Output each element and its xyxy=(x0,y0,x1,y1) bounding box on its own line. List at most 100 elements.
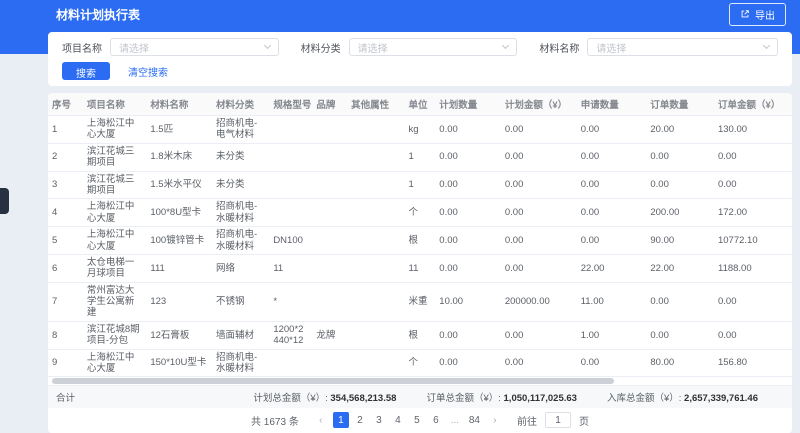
search-button[interactable]: 搜索 xyxy=(62,62,110,80)
table-cell: 8 xyxy=(48,321,83,349)
table-cell: 0.00 xyxy=(501,116,577,144)
table-cell: 1 xyxy=(48,116,83,144)
table-cell: 3 xyxy=(48,171,83,199)
table-cell: 未分类 xyxy=(212,143,269,171)
column-header: 其他属性 xyxy=(347,93,404,116)
table-cell: 招商机电-水暖材料 xyxy=(212,199,269,227)
table-cell: 0.00 xyxy=(435,254,501,282)
table-cell: 0.00 xyxy=(501,321,577,349)
project-name-select[interactable]: 请选择 xyxy=(110,38,279,56)
project-name-placeholder: 请选择 xyxy=(119,40,265,55)
table-cell: 上海松江中心大厦 xyxy=(83,116,147,144)
table-cell: 172.00 xyxy=(714,199,792,227)
table-cell: * xyxy=(269,282,312,321)
export-button[interactable]: 导出 xyxy=(729,3,786,26)
table-cell: 招商机电-电气材料 xyxy=(212,116,269,144)
table-cell: 0.00 xyxy=(714,282,792,321)
page-button-5[interactable]: 5 xyxy=(409,412,425,428)
project-name-filter: 项目名称 请选择 xyxy=(62,38,301,56)
next-page-button[interactable]: › xyxy=(487,412,503,428)
table-cell: 米重 xyxy=(405,282,436,321)
order-total-value: 1,050,117,025.63 xyxy=(504,393,577,404)
pagination: 共 1673 条 ‹ 123456...84 › 前往 页 xyxy=(48,408,792,433)
table-cell: 0.00 xyxy=(714,143,792,171)
table-row[interactable]: 7常州富达大学生公寓新建123不锈钢*米重10.00200000.0011.00… xyxy=(48,282,792,321)
table-row[interactable]: 1上海松江中心大厦1.5匹招商机电-电气材料kg0.000.000.0020.0… xyxy=(48,116,792,144)
table-cell: 招商机电-水暖材料 xyxy=(212,349,269,377)
table-cell: 0.00 xyxy=(714,321,792,349)
sidebar-collapse-handle[interactable] xyxy=(0,188,9,214)
page-button-2[interactable]: 2 xyxy=(352,412,368,428)
page-button-84[interactable]: 84 xyxy=(466,412,483,428)
page-button-6[interactable]: 6 xyxy=(428,412,444,428)
horizontal-scrollbar[interactable] xyxy=(50,378,790,384)
page-suffix: 页 xyxy=(579,413,589,428)
table-cell: 0.00 xyxy=(435,349,501,377)
table-cell: 0.00 xyxy=(577,227,647,255)
table-cell: 1.5米水平仪 xyxy=(146,171,212,199)
table-cell: 0.00 xyxy=(501,254,577,282)
page-button-3[interactable]: 3 xyxy=(371,412,387,428)
filter-row: 项目名称 请选择 材料分类 请选择 材料名称 请选择 xyxy=(62,38,778,56)
column-header: 材料名称 xyxy=(146,93,212,116)
export-icon xyxy=(740,9,750,19)
chevron-down-icon xyxy=(502,42,509,49)
inbound-total-value: 2,657,339,761.46 xyxy=(684,393,758,404)
table-cell: 200000.00 xyxy=(501,282,577,321)
table-cell: 0.00 xyxy=(577,199,647,227)
clear-search-link[interactable]: 清空搜索 xyxy=(128,64,168,79)
material-category-select[interactable]: 请选择 xyxy=(349,38,518,56)
column-header: 单位 xyxy=(405,93,436,116)
table-cell xyxy=(312,254,347,282)
table-cell: 0.00 xyxy=(501,143,577,171)
page-button-4[interactable]: 4 xyxy=(390,412,406,428)
table-cell xyxy=(312,282,347,321)
table-row[interactable]: 9上海松江中心大厦150*10U型卡招商机电-水暖材料个0.000.000.00… xyxy=(48,349,792,377)
table-cell xyxy=(269,199,312,227)
material-category-label: 材料分类 xyxy=(301,40,341,55)
table-cell: 22.00 xyxy=(577,254,647,282)
table-cell xyxy=(312,171,347,199)
table-cell: 0.00 xyxy=(646,143,714,171)
material-name-label: 材料名称 xyxy=(539,40,579,55)
table-cell xyxy=(312,116,347,144)
goto-page-input[interactable] xyxy=(545,412,571,428)
table-cell: 20.00 xyxy=(646,116,714,144)
table-cell: 上海松江中心大厦 xyxy=(83,227,147,255)
table-row[interactable]: 6太仓电梯一月球项目111网络11110.000.0022.0022.00118… xyxy=(48,254,792,282)
table-cell: 0.00 xyxy=(646,321,714,349)
summary-row: 合计 计划总金额（¥）: 354,568,213.58 订单总金额（¥）: 1,… xyxy=(48,385,792,408)
prev-page-button[interactable]: ‹ xyxy=(313,412,329,428)
page-button-1[interactable]: 1 xyxy=(333,412,349,428)
column-header: 品牌 xyxy=(312,93,347,116)
table-card: 序号项目名称材料名称材料分类规格型号品牌其他属性单位计划数量计划金额（¥）申请数… xyxy=(48,93,792,433)
table-row[interactable]: 2滨江花城三期项目1.8米木床未分类10.000.000.000.000.00 xyxy=(48,143,792,171)
table-cell: 100镀锌管卡 xyxy=(146,227,212,255)
table-cell: 1.5匹 xyxy=(146,116,212,144)
table-row[interactable]: 8滨江花城8期项目-分包12石膏板墙面辅材1200*2440*12龙牌根0.00… xyxy=(48,321,792,349)
table-cell: 5 xyxy=(48,227,83,255)
column-header: 计划金额（¥） xyxy=(501,93,577,116)
table-cell xyxy=(347,349,404,377)
project-name-label: 项目名称 xyxy=(62,40,102,55)
table-cell xyxy=(269,143,312,171)
table-row[interactable]: 5上海松江中心大厦100镀锌管卡招商机电-水暖材料DN100根0.000.000… xyxy=(48,227,792,255)
table-cell: 1.00 xyxy=(577,321,647,349)
inbound-total-label: 入库总金额（¥）: xyxy=(607,393,681,404)
plan-total: 计划总金额（¥）: 354,568,213.58 xyxy=(253,390,396,404)
table-row[interactable]: 3滨江花城三期项目1.5米水平仪未分类10.000.000.000.000.00 xyxy=(48,171,792,199)
table-cell xyxy=(347,321,404,349)
column-header: 申请数量 xyxy=(577,93,647,116)
table-cell: 0.00 xyxy=(501,227,577,255)
column-header: 项目名称 xyxy=(83,93,147,116)
table-row[interactable]: 4上海松江中心大厦100*8U型卡招商机电-水暖材料个0.000.000.002… xyxy=(48,199,792,227)
total-label: 合计 xyxy=(56,390,75,404)
table-cell: 9 xyxy=(48,349,83,377)
table-body: 1上海松江中心大厦1.5匹招商机电-电气材料kg0.000.000.0020.0… xyxy=(48,116,792,377)
table-cell: 未分类 xyxy=(212,171,269,199)
table-cell: 2 xyxy=(48,143,83,171)
table-cell: 上海松江中心大厦 xyxy=(83,349,147,377)
material-name-select[interactable]: 请选择 xyxy=(587,38,778,56)
table-cell: 上海松江中心大厦 xyxy=(83,199,147,227)
horizontal-scrollbar-thumb[interactable] xyxy=(52,378,614,384)
